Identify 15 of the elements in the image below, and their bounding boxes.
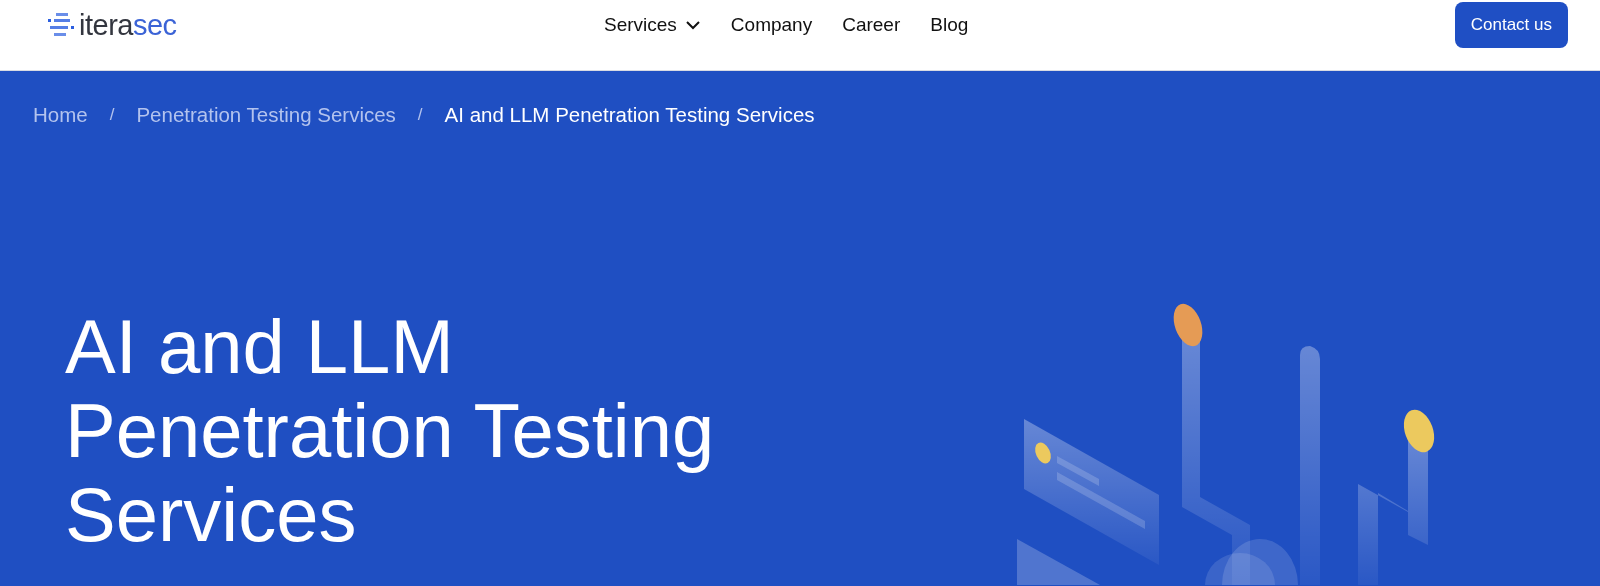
breadcrumb-link[interactable]: Penetration Testing Services — [136, 103, 396, 127]
hero-title-line: Services — [65, 473, 357, 557]
nav-link[interactable]: Career — [842, 14, 901, 36]
logo-text[interactable]: iterasec — [79, 8, 177, 42]
nav-link[interactable]: Blog — [930, 14, 969, 36]
contact-button[interactable]: Contact us — [1454, 2, 1568, 48]
breadcrumb-link[interactable]: AI and LLM Penetration Testing Services — [444, 103, 815, 127]
breadcrumb-separator: / — [109, 105, 115, 125]
nav-link[interactable]: Company — [730, 14, 813, 36]
hero-title-line: Penetration Testing — [65, 389, 715, 473]
chevron-down-icon — [684, 20, 701, 30]
nav-link[interactable]: Services — [604, 14, 701, 36]
breadcrumb-separator: / — [417, 105, 423, 125]
breadcrumb-link[interactable]: Home — [33, 103, 88, 127]
hero-title-line: AI and LLM — [65, 305, 454, 389]
